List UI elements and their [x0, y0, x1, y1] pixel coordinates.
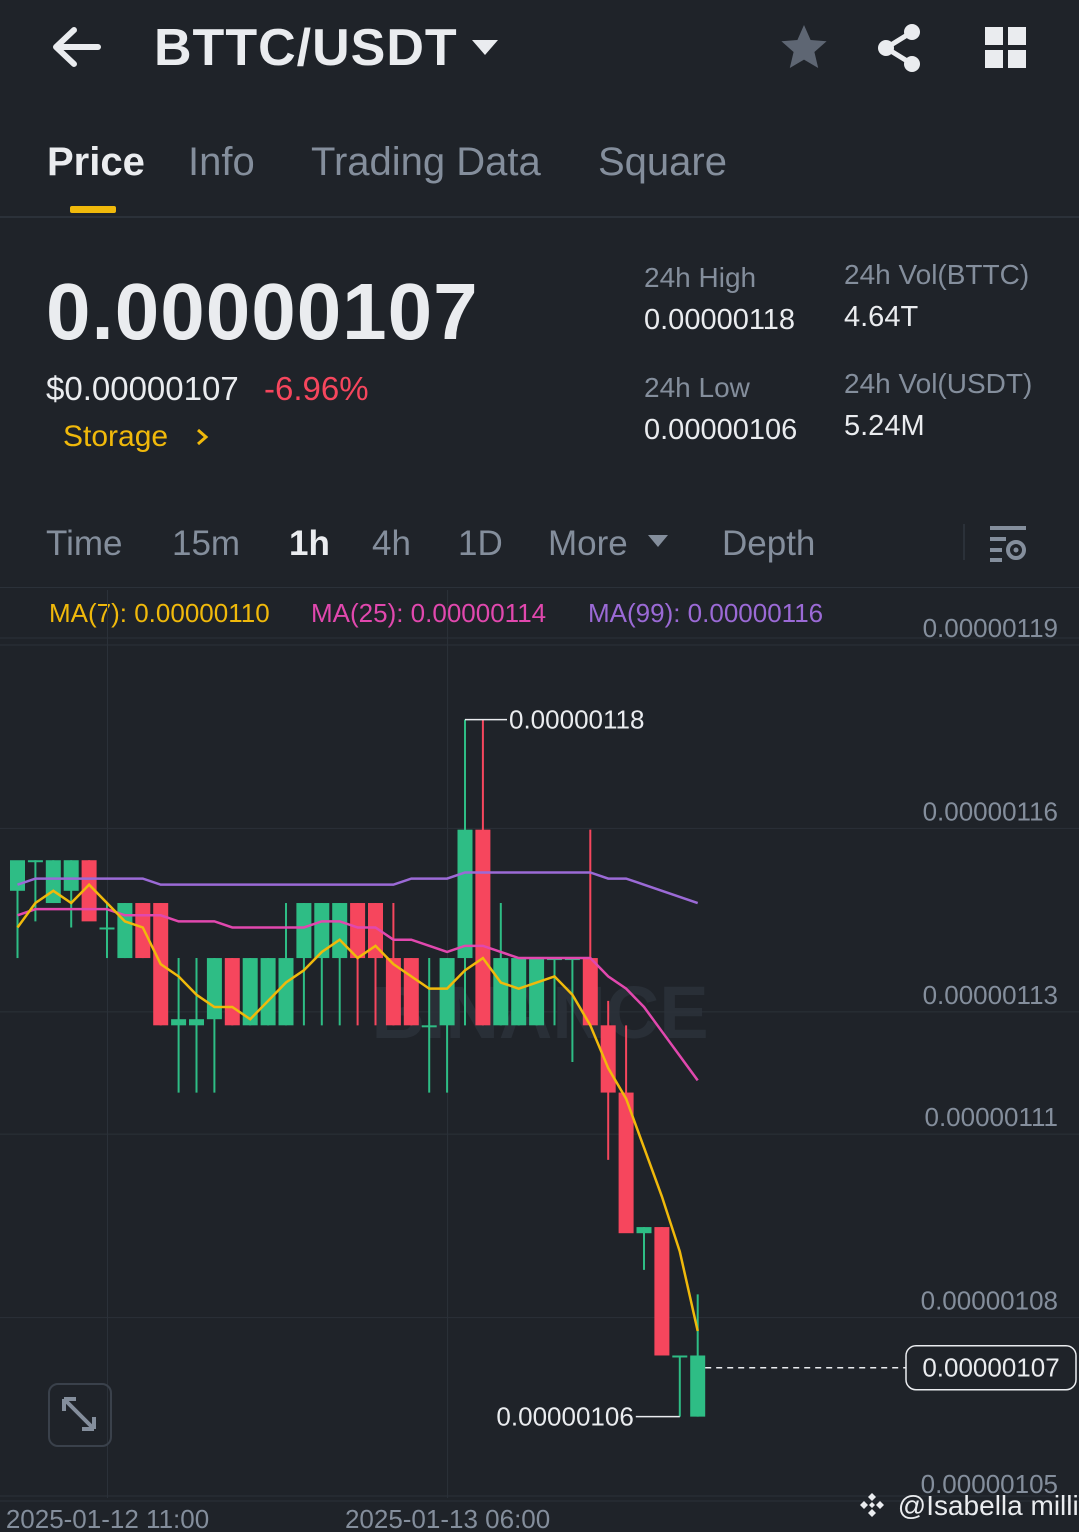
user-watermark: @Isabella millie [858, 1490, 1079, 1522]
stat-value-low: 0.00000106 [644, 414, 798, 446]
x-axis-tick: 2025-01-13 06:00 [345, 1504, 550, 1532]
stat-label-vol-usdt: 24h Vol(USDT) [844, 368, 1033, 399]
candle-body [296, 903, 312, 959]
tab-price[interactable]: Price [47, 140, 145, 185]
caret-down-icon[interactable] [470, 36, 500, 58]
fullscreen-button[interactable] [48, 1383, 112, 1447]
candle-body [10, 860, 25, 891]
category-tag-label: Storage [63, 420, 169, 453]
candle-body [636, 1227, 652, 1234]
chevron-right-icon [197, 428, 209, 446]
candle-body [529, 958, 545, 1026]
stat-value-vol-usdt: 5.24M [844, 410, 925, 442]
stat-label-vol-bttc: 24h Vol(BTTC) [844, 259, 1030, 290]
interval-more-label: More [548, 524, 628, 563]
toolbar-divider [963, 524, 965, 560]
candle-body [350, 903, 366, 959]
high-marker-label: 0.00000118 [509, 705, 644, 735]
tab-trading-data[interactable]: Trading Data [311, 140, 541, 185]
share-icon[interactable] [874, 22, 926, 74]
star-icon[interactable] [778, 22, 830, 74]
candle-body [135, 903, 151, 959]
usd-price: $0.00000107 [46, 370, 239, 407]
candle-body [439, 958, 455, 1026]
chart-settings-icon[interactable] [988, 522, 1028, 564]
stat-label-high: 24h High [644, 262, 757, 293]
interval-more[interactable]: More [548, 524, 669, 564]
candle-body [189, 1019, 204, 1026]
last-price-axis-label: 0.00000107 [922, 1353, 1059, 1383]
candle-body [171, 1019, 187, 1026]
candle-body [224, 958, 240, 1026]
stat-label-low: 24h Low [644, 372, 750, 403]
candle-body [403, 958, 419, 1026]
tab-bar: Price Info Trading Data Square [0, 130, 1079, 218]
low-marker-label: 0.00000106 [496, 1402, 633, 1432]
candle-body [600, 1025, 616, 1093]
tab-square[interactable]: Square [598, 140, 727, 185]
ma99-line [17, 871, 699, 905]
candle-body [45, 860, 61, 904]
y-axis-tick: 0.00000113 [923, 980, 1058, 1010]
divider [0, 587, 1079, 588]
candle-body [690, 1355, 706, 1417]
candle-body [278, 958, 294, 1026]
pair-title[interactable]: BTTC/USDT [154, 18, 458, 78]
binance-logo-icon [860, 1493, 884, 1517]
arrow-left-icon[interactable] [48, 22, 104, 72]
candle-body [332, 903, 348, 959]
last-price: 0.00000107 [46, 267, 479, 356]
stat-value-vol-bttc: 4.64T [844, 301, 919, 333]
candle-body [63, 860, 79, 891]
y-axis-tick: 0.00000108 [921, 1286, 1058, 1316]
candle-body [206, 958, 222, 1020]
candle-body [99, 927, 115, 930]
stat-value-high: 0.00000118 [644, 304, 796, 336]
grid-icon[interactable] [980, 22, 1032, 74]
y-axis-tick: 0.00000119 [923, 613, 1058, 643]
interval-1d[interactable]: 1D [458, 524, 503, 564]
candle-body [260, 958, 276, 1026]
candle-body [475, 829, 491, 1026]
candle-body [27, 860, 43, 863]
interval-1h[interactable]: 1h [289, 524, 330, 564]
candle-body [457, 829, 473, 959]
tab-info[interactable]: Info [188, 140, 255, 185]
y-axis-tick: 0.00000116 [923, 796, 1058, 826]
candle-body [493, 958, 509, 1026]
top-bar: BTTC/USDT [0, 0, 1079, 100]
price-change: -6.96% [264, 370, 369, 407]
interval-15m[interactable]: 15m [172, 524, 240, 564]
expand-icon [62, 1397, 96, 1431]
interval-time[interactable]: Time [46, 524, 122, 564]
y-axis-tick: 0.00000111 [924, 1102, 1058, 1132]
interval-depth[interactable]: Depth [722, 524, 815, 564]
interval-4h[interactable]: 4h [372, 524, 411, 564]
active-tab-indicator [70, 206, 116, 213]
candle-body [672, 1355, 688, 1358]
candlestick-chart[interactable]: 0.00000119 0.00000116 0.00000113 0.00000111… [0, 590, 1079, 1532]
candle-body [654, 1227, 670, 1356]
watermark-text: @Isabella millie [897, 1490, 1079, 1521]
candle-body [511, 958, 527, 1026]
candle-body [117, 903, 133, 959]
x-axis-tick: 2025-01-12 11:00 [6, 1504, 209, 1532]
candle-body [421, 1025, 437, 1028]
category-tag[interactable]: Storage [63, 420, 210, 454]
caret-down-icon [648, 535, 669, 547]
